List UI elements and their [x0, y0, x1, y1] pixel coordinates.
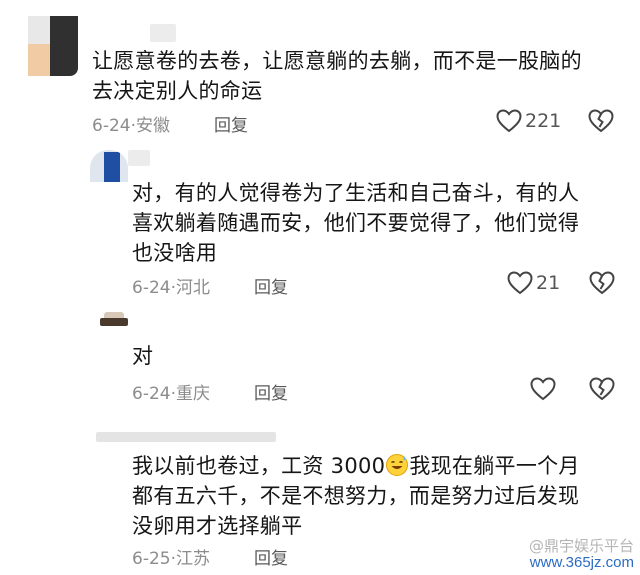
sweat-smile-emoji-icon — [385, 453, 409, 477]
avatar[interactable] — [28, 16, 78, 76]
username-blurred[interactable] — [96, 432, 276, 442]
comment-text: 对 — [132, 344, 154, 368]
avatar[interactable] — [100, 312, 128, 326]
comment-location: 重庆 — [176, 384, 210, 404]
username-blurred[interactable] — [128, 150, 150, 166]
comment-meta: 6-25·江苏 — [132, 549, 210, 569]
reply-button[interactable]: 回复 — [254, 544, 288, 569]
comment-date: 6-25 — [132, 549, 171, 569]
watermark: @鼎宇娱乐平台 www.365jz.com — [498, 538, 634, 572]
comment-location: 江苏 — [176, 549, 210, 569]
comment-location: 安徽 — [136, 116, 170, 136]
avatar[interactable] — [90, 150, 128, 182]
reply-button[interactable]: 回复 — [254, 273, 288, 298]
watermark-url: www.365jz.com — [529, 554, 634, 571]
comment-date: 6-24 — [92, 116, 131, 136]
watermark-brand: @鼎宇娱乐平台 — [528, 537, 634, 555]
comment-text: 我以前也卷过，工资 3000 我现在躺平一个月 都有五六千，不是不想努力，而是努力… — [132, 453, 580, 538]
reply-button[interactable]: 回复 — [214, 111, 248, 136]
broken-heart-icon[interactable] — [589, 271, 615, 295]
username-blurred[interactable] — [150, 24, 176, 42]
broken-heart-icon[interactable] — [589, 377, 615, 401]
comment-text: 对，有的人觉得卷为了生活和自己奋斗，有的人 喜欢躺着随遇而安，他们不要觉得了，他… — [132, 181, 580, 265]
heart-outline-icon[interactable] — [530, 377, 556, 401]
comment-location: 河北 — [176, 278, 210, 298]
heart-outline-icon[interactable] — [496, 109, 522, 133]
like-count: 21 — [536, 272, 561, 294]
comment-meta: 6-24·河北 — [132, 278, 210, 298]
comment-date: 6-24 — [132, 384, 171, 404]
heart-outline-icon[interactable] — [507, 271, 533, 295]
like-count: 221 — [525, 110, 562, 132]
comment-text: 让愿意卷的去卷，让愿意躺的去躺，而不是一股脑的 去决定别人的命运 — [92, 49, 582, 103]
comment-date: 6-24 — [132, 278, 171, 298]
comment-meta: 6-24·安徽 — [92, 116, 170, 136]
comment-meta: 6-24·重庆 — [132, 384, 210, 404]
broken-heart-icon[interactable] — [588, 109, 614, 133]
reply-button[interactable]: 回复 — [254, 379, 288, 404]
